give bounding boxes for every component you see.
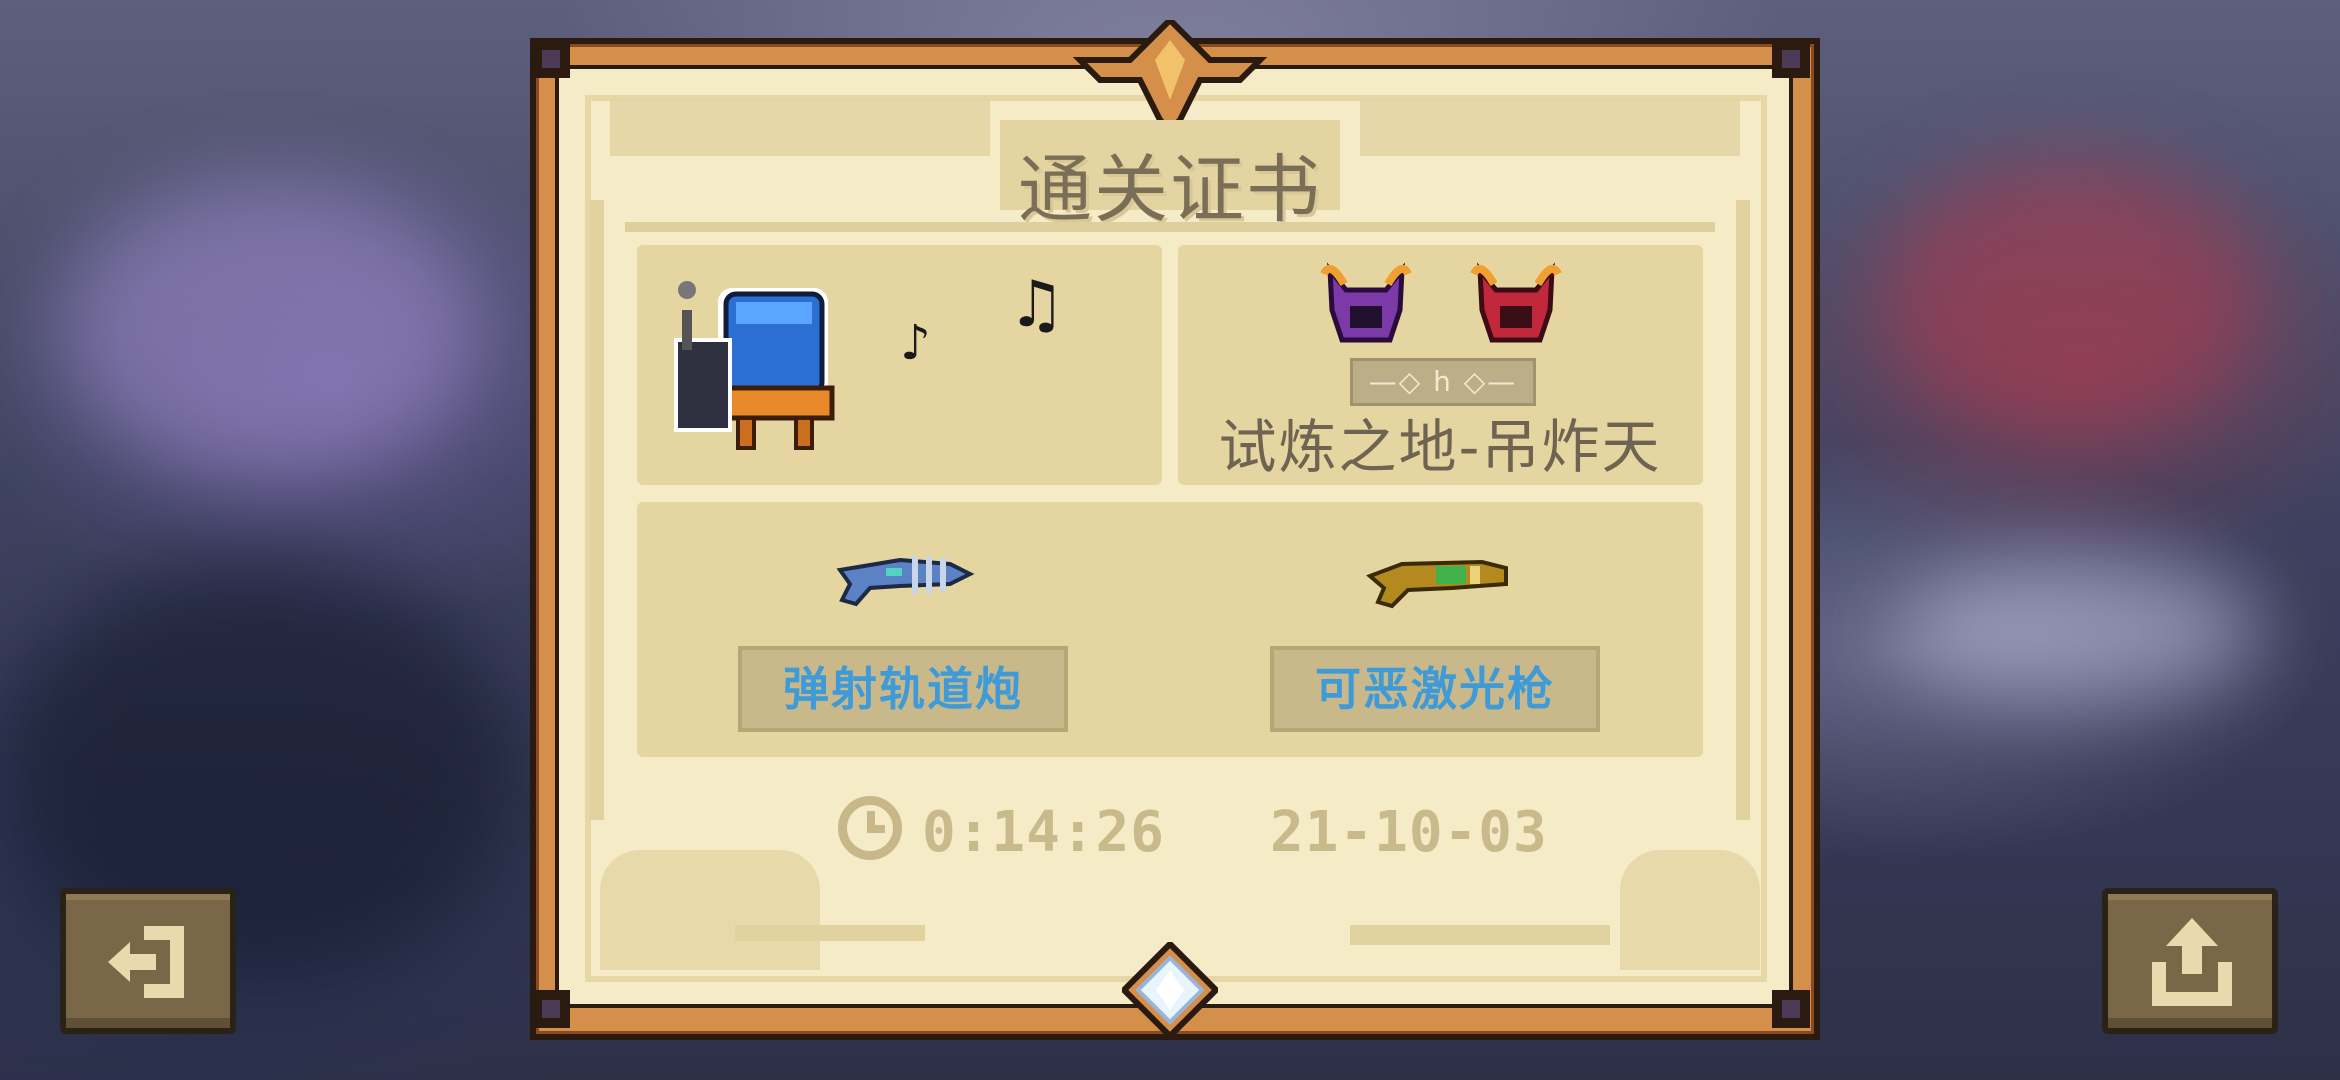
robot-character-icon xyxy=(674,281,835,450)
background-art xyxy=(60,180,480,480)
share-button[interactable] xyxy=(2102,888,2278,1034)
ornament-bottom-right xyxy=(1620,850,1760,970)
ornament-bottom-left xyxy=(600,850,820,970)
weapon-2-label: 可恶激光枪 xyxy=(1270,646,1600,732)
frame-corner-top-right xyxy=(1772,40,1810,78)
background-art-right-light xyxy=(1900,560,2260,700)
ornament-side-left xyxy=(590,200,604,820)
crystal-gem-icon xyxy=(1122,942,1218,1038)
exit-button[interactable] xyxy=(60,888,236,1034)
title-divider xyxy=(625,222,1715,232)
frame-corner-bottom-right xyxy=(1772,990,1810,1028)
clear-time: 0:14:26 xyxy=(922,800,1166,865)
crown-ornament xyxy=(1072,20,1268,130)
clock-icon xyxy=(838,796,902,860)
certificate-title: 通关证书 xyxy=(1018,147,1322,233)
ornament-top-left xyxy=(610,100,990,156)
background-art-right xyxy=(1880,160,2260,440)
laser-gun-icon xyxy=(1366,559,1508,609)
exit-icon xyxy=(108,926,184,998)
clear-date: 21-10-03 xyxy=(1270,800,1548,865)
ornament-bottom-left-line xyxy=(735,925,925,941)
railgun-icon xyxy=(836,556,975,607)
music-note-large: ♫ xyxy=(1008,268,1066,342)
share-icon xyxy=(2152,918,2232,1006)
ornament-top-right xyxy=(1360,100,1740,156)
ornament-bottom-right-line xyxy=(1350,925,1610,945)
stage-name: 试炼之地-吊炸天 xyxy=(1218,413,1662,481)
frame-corner-top-left xyxy=(532,40,570,78)
music-note-small: ♪ xyxy=(900,315,931,371)
ornament-side-right xyxy=(1736,200,1750,820)
frame-corner-bottom-left xyxy=(532,990,570,1028)
weapon-1-label: 弹射轨道炮 xyxy=(738,646,1068,732)
difficulty-badge: —◇ h ◇— xyxy=(1350,358,1536,406)
purple-demon-icon xyxy=(1320,262,1412,343)
red-demon-icon xyxy=(1470,262,1562,343)
